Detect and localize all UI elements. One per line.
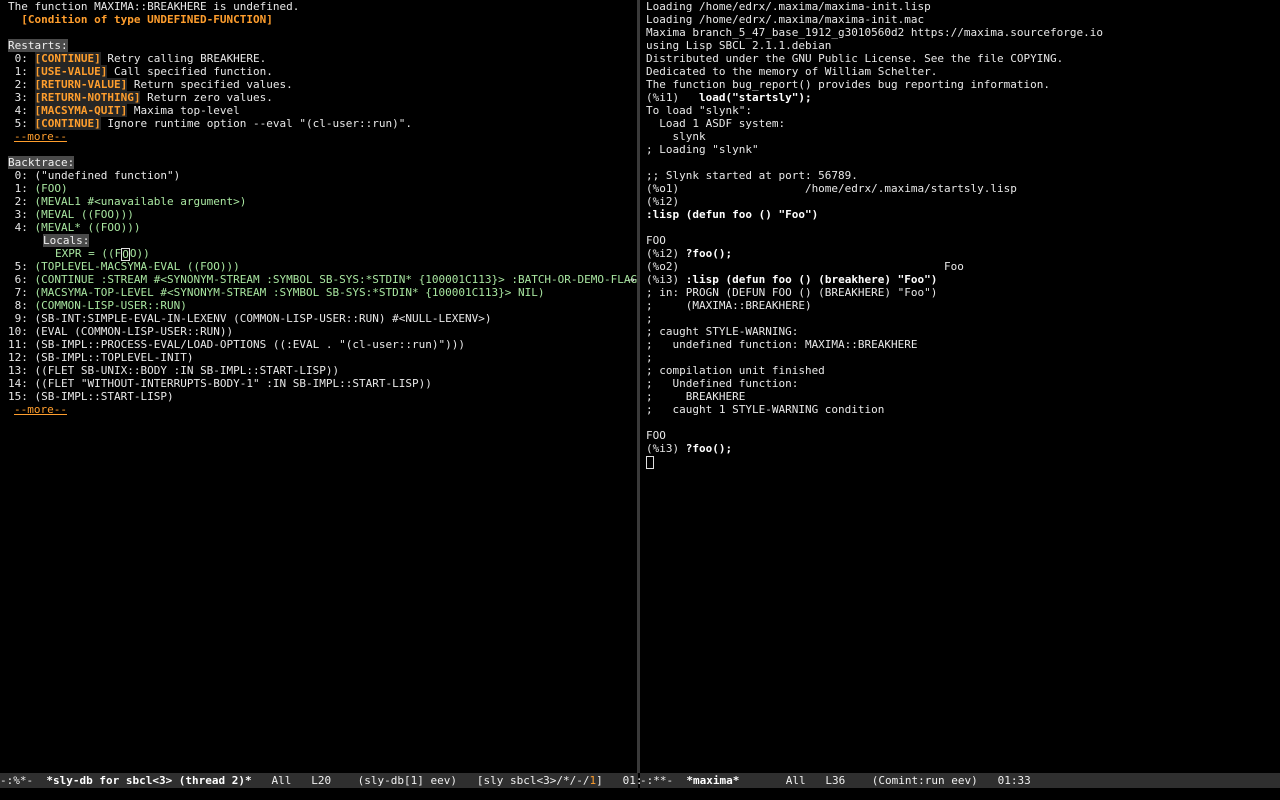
repl-line: Load 1 ASDF system: [646, 117, 786, 130]
backtrace-frame[interactable]: 3: (MEVAL ((FOO))) [8, 208, 638, 221]
error-message: The function MAXIMA::BREAKHERE is undefi… [8, 0, 300, 13]
repl-line: Loading /home/edrx/.maxima/maxima-init.m… [646, 13, 925, 26]
repl-line: ; BREAKHERE [646, 390, 746, 403]
modeline-left[interactable]: -:%*- *sly-db for sbcl<3> (thread 2)* Al… [0, 773, 656, 788]
repl-line: Dedicated to the memory of William Schel… [646, 65, 938, 78]
condition-type: [Condition of type UNDEFINED-FUNCTION] [8, 13, 273, 26]
repl-line: ; (MAXIMA::BREAKHERE) [646, 299, 812, 312]
modeline-mode[interactable]: (sly-db[1] eev) [358, 774, 477, 787]
backtrace-frame[interactable]: 9: (SB-INT:SIMPLE-EVAL-IN-LEXENV (COMMON… [8, 312, 638, 325]
repl-line: (%o2) Foo [646, 260, 964, 273]
modeline-status: -:%*- [0, 774, 47, 787]
restart-tag[interactable]: [MACSYMA-QUIT] [34, 104, 128, 117]
repl-line: ; Undefined function: [646, 377, 799, 390]
repl-line: To load "slynk": [646, 104, 752, 117]
backtrace-frame[interactable]: 5: (TOPLEVEL-MACSYMA-EVAL ((FOO))) [8, 260, 638, 273]
backtrace-frame[interactable]: 6: (CONTINUE :STREAM #<SYNONYM-STREAM :S… [8, 273, 638, 286]
locals-label: Locals: [43, 234, 90, 247]
repl-line: Distributed under the GNU Public License… [646, 52, 1064, 65]
modeline-position: All L36 [739, 774, 872, 787]
modeline-time: 01:33 [977, 774, 1031, 787]
repl-line: (%i2) [646, 195, 680, 208]
repl-line: ; in: PROGN (DEFUN FOO () (BREAKHERE) "F… [646, 286, 938, 299]
backtrace-frame[interactable]: 4: (MEVAL* ((FOO))) [8, 221, 638, 234]
restart-item[interactable]: 2: [RETURN-VALUE] Return specified value… [8, 78, 638, 91]
backtrace-frame[interactable]: 11: (SB-IMPL::PROCESS-EVAL/LOAD-OPTIONS … [8, 338, 638, 351]
repl-line: ; [646, 351, 653, 364]
backtrace-frame[interactable]: 13: ((FLET SB-UNIX::BODY :IN SB-IMPL::ST… [8, 364, 638, 377]
repl-line: ; compilation unit finished [646, 364, 825, 377]
restart-tag[interactable]: [RETURN-VALUE] [34, 78, 128, 91]
sly-db-buffer[interactable]: The function MAXIMA::BREAKHERE is undefi… [8, 0, 638, 416]
repl-line [646, 221, 1103, 234]
restart-tag[interactable]: [CONTINUE] [34, 117, 101, 130]
sly-db-pane[interactable]: The function MAXIMA::BREAKHERE is undefi… [0, 0, 638, 773]
repl-line [646, 156, 1103, 169]
modeline-right[interactable]: -:**- *maxima* All L36 (Comint:run eev) … [640, 773, 1280, 788]
backtrace-frame[interactable]: 10: (EVAL (COMMON-LISP-USER::RUN)) [8, 325, 638, 338]
repl-line: (%i1) load("startsly"); [646, 91, 812, 104]
repl-line: (%i2) ?foo(); [646, 247, 733, 260]
backtrace-frame[interactable]: 15: (SB-IMPL::START-LISP) [8, 390, 638, 403]
restart-item[interactable]: 1: [USE-VALUE] Call specified function. [8, 65, 638, 78]
restart-item[interactable]: 5: [CONTINUE] Ignore runtime option --ev… [8, 117, 638, 130]
repl-line: ; caught 1 STYLE-WARNING condition [646, 403, 885, 416]
point-cursor: O [121, 247, 130, 261]
backtrace-frames: 0: ("undefined function") 1: (FOO) 2: (M… [8, 169, 638, 234]
repl-line: Maxima branch_5_47_base_1912_g3010560d2 … [646, 26, 1103, 39]
backtrace-frame[interactable]: 14: ((FLET "WITHOUT-INTERRUPTS-BODY-1" :… [8, 377, 638, 390]
backtrace-frame[interactable]: 7: (MACSYMA-TOP-LEVEL #<SYNONYM-STREAM :… [8, 286, 638, 299]
local-expr[interactable]: EXPR = ((FOO)) [8, 247, 638, 261]
repl-line: (%o1) /home/edrx/.maxima/startsly.lisp [646, 182, 1017, 195]
modeline-buffer-name[interactable]: *maxima* [686, 774, 739, 787]
repl-line: slynk [646, 130, 706, 143]
backtrace-label: Backtrace: [8, 156, 75, 169]
modeline-buffer-name[interactable]: *sly-db for sbcl<3> (thread 2)* [46, 774, 251, 787]
repl-line: (%i3) ?foo(); [646, 442, 733, 455]
repl-line: (%i3) :lisp (defun foo () (breakhere) "F… [646, 273, 938, 286]
maxima-pane[interactable]: Loading /home/edrx/.maxima/maxima-init.l… [640, 0, 1280, 773]
restart-tag[interactable]: [USE-VALUE] [34, 65, 108, 78]
restarts-list: 0: [CONTINUE] Retry calling BREAKHERE. 1… [8, 52, 638, 130]
repl-line: :lisp (defun foo () "Foo") [646, 208, 819, 221]
repl-line: FOO [646, 429, 666, 442]
truncation-arrow-icon: → [628, 273, 635, 286]
restart-tag[interactable]: [CONTINUE] [34, 52, 101, 65]
maxima-buffer[interactable]: Loading /home/edrx/.maxima/maxima-init.l… [646, 0, 1103, 469]
repl-line: ;; Slynk started at port: 56789. [646, 169, 858, 182]
modeline-mode[interactable]: (Comint:run eev) [872, 774, 978, 787]
restart-item[interactable]: 0: [CONTINUE] Retry calling BREAKHERE. [8, 52, 638, 65]
modeline-position: All L20 [251, 774, 358, 787]
repl-line: Loading /home/edrx/.maxima/maxima-init.l… [646, 0, 931, 13]
repl-line: ; [646, 312, 653, 325]
restart-item[interactable]: 3: [RETURN-NOTHING] Return zero values. [8, 91, 638, 104]
restart-tag[interactable]: [RETURN-NOTHING] [34, 91, 141, 104]
restart-item[interactable]: 4: [MACSYMA-QUIT] Maxima top-level [8, 104, 638, 117]
backtrace-frame[interactable]: 1: (FOO) [8, 182, 638, 195]
backtrace-frame[interactable]: 2: (MEVAL1 #<unavailable argument>) [8, 195, 638, 208]
repl-line: ; Loading "slynk" [646, 143, 759, 156]
repl-line [646, 416, 1103, 429]
backtrace-more-link[interactable]: --more-- [14, 403, 67, 416]
repl-line: The function bug_report() provides bug r… [646, 78, 1050, 91]
minibuffer[interactable] [0, 788, 1280, 800]
repl-line: FOO [646, 234, 666, 247]
input-cursor [646, 455, 654, 469]
modeline-status: -:**- [640, 774, 687, 787]
repl-line: ; undefined function: MAXIMA::BREAKHERE [646, 338, 918, 351]
restarts-more-link[interactable]: --more-- [14, 130, 67, 143]
backtrace-frame[interactable]: 8: (COMMON-LISP-USER::RUN) [8, 299, 638, 312]
modeline-sly-connection[interactable]: [sly sbcl<3>/*/-/ [477, 774, 590, 787]
backtrace-frames-2: 5: (TOPLEVEL-MACSYMA-EVAL ((FOO))) 6: (C… [8, 260, 638, 403]
backtrace-frame[interactable]: 0: ("undefined function") [8, 169, 638, 182]
repl-line: ; caught STYLE-WARNING: [646, 325, 799, 338]
repl-line: using Lisp SBCL 2.1.1.debian [646, 39, 832, 52]
restarts-label: Restarts: [8, 39, 68, 52]
repl-input-line[interactable] [646, 455, 1103, 469]
backtrace-frame[interactable]: 12: (SB-IMPL::TOPLEVEL-INIT) [8, 351, 638, 364]
